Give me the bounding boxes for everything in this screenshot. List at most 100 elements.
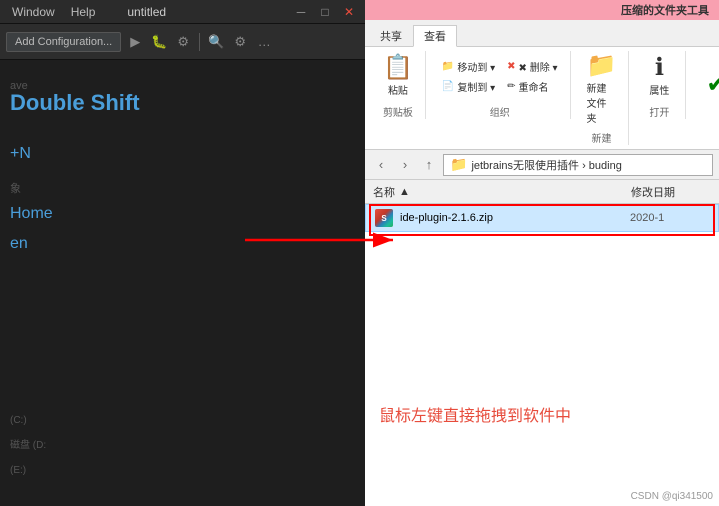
move-to-button[interactable]: 📁 移动到 ▾ xyxy=(438,57,499,76)
search-button[interactable]: 🔍 xyxy=(206,32,226,52)
instruction-text: 鼠标左键直接拖拽到软件中 xyxy=(365,402,719,426)
ide-drive-c: (C:) xyxy=(10,415,27,426)
properties-button[interactable]: ℹ 属性 xyxy=(641,53,677,100)
file-list-header: 名称 ▲ 修改日期 xyxy=(365,180,719,204)
delete-button[interactable]: ✖ ✖ 删除 ▾ xyxy=(503,57,561,76)
new-folder-icon: 📁 xyxy=(587,54,617,78)
ribbon-tabs: 共享 查看 xyxy=(365,20,719,46)
file-item[interactable]: S ide-plugin-2.1.6.zip 2020-1 xyxy=(365,204,719,232)
file-icon-zip: S xyxy=(374,208,394,228)
column-name-label: 名称 xyxy=(373,184,395,200)
ribbon-group-properties: ℹ 属性 打开 xyxy=(633,51,686,119)
ribbon-col-right: ✖ ✖ 删除 ▾ ✏ 重命名 xyxy=(503,57,561,96)
properties-icon: ℹ xyxy=(655,56,664,80)
toolbar-separator-1 xyxy=(199,33,200,51)
sort-icon: ▲ xyxy=(399,186,410,198)
ribbon-tool-header: 压缩的文件夹工具 xyxy=(365,0,719,20)
double-shift-label: Double Shift xyxy=(10,90,140,115)
copy-to-label: 复制到 ▾ xyxy=(457,79,495,94)
ribbon-section-label: 压缩的文件夹工具 xyxy=(621,2,709,18)
ribbon: 压缩的文件夹工具 共享 查看 📋 粘贴 剪贴板 xyxy=(365,0,719,150)
new-file-action[interactable]: +N xyxy=(10,145,31,163)
column-modified: 修改日期 xyxy=(631,184,711,200)
new-file-label: +N xyxy=(10,145,31,162)
instruction-label: 鼠标左键直接拖拽到软件中 xyxy=(379,408,571,425)
zip-icon: S xyxy=(375,209,393,227)
ide-toolbar: Add Configuration... ▶ 🐛 ⚙ 🔍 ⚙ … xyxy=(0,24,365,60)
paste-label: 粘贴 xyxy=(388,82,408,97)
ribbon-group-new-content: 📁 新建文件夹 xyxy=(583,51,621,128)
nav-up-button[interactable]: ↑ xyxy=(419,157,439,172)
file-list: 名称 ▲ 修改日期 S ide-plugin-2.1.6.zip 2020-1 … xyxy=(365,180,719,506)
title-bar: Window Help untitled ─ □ ✕ xyxy=(0,0,365,24)
new-folder-button[interactable]: 📁 新建文件夹 xyxy=(583,51,621,128)
menu-window[interactable]: Window xyxy=(8,3,59,21)
new-folder-label: 新建文件夹 xyxy=(587,80,617,125)
ide-content: ave Double Shift +N 象 Home en (C:) 磁盘 (D… xyxy=(0,60,365,506)
ide-drive-d: 磁盘 (D: xyxy=(10,436,46,451)
nav-forward-button[interactable]: › xyxy=(395,157,415,172)
debug-button[interactable]: 🐛 xyxy=(149,32,169,52)
ide-drive-e: (E:) xyxy=(10,465,26,476)
delete-label: ✖ 删除 ▾ xyxy=(519,59,558,74)
more-button[interactable]: … xyxy=(254,32,274,52)
address-bar: ‹ › ↑ 📁 jetbrains无限使用插件 › buding xyxy=(365,150,719,180)
search-everywhere-action[interactable]: Double Shift xyxy=(10,90,140,116)
ribbon-group-properties-content: ℹ 属性 xyxy=(641,51,677,102)
ribbon-group-organize-content: 📁 移动到 ▾ 📄 复制到 ▾ ✖ ✖ 删除 ▾ xyxy=(438,51,562,102)
ribbon-col-left: 📁 移动到 ▾ 📄 复制到 ▾ xyxy=(438,57,499,96)
delete-icon: ✖ xyxy=(507,61,515,72)
title-bar-left: Window Help untitled xyxy=(8,3,166,21)
copy-to-icon: 📄 xyxy=(442,81,454,92)
menu-help[interactable]: Help xyxy=(67,3,100,21)
ribbon-content: 📋 粘贴 剪贴板 📁 移动到 ▾ 📄 复 xyxy=(365,46,719,149)
ribbon-group-organize: 📁 移动到 ▾ 📄 复制到 ▾ ✖ ✖ 删除 ▾ xyxy=(430,51,571,119)
open-group-label: 打开 xyxy=(649,104,669,119)
watermark: CSDN @qi341500 xyxy=(631,491,713,502)
tab-share[interactable]: 共享 xyxy=(369,24,413,46)
explorer-panel: 压缩的文件夹工具 共享 查看 📋 粘贴 剪贴板 xyxy=(365,0,719,506)
lang-label: en xyxy=(10,235,28,252)
move-to-icon: 📁 xyxy=(442,61,454,72)
tab-view[interactable]: 查看 xyxy=(413,25,457,47)
coverage-button[interactable]: ⚙ xyxy=(173,32,193,52)
maximize-button[interactable]: □ xyxy=(317,5,333,19)
ide-panel: Window Help untitled ─ □ ✕ Add Configura… xyxy=(0,0,365,506)
ribbon-group-clipboard-content: 📋 粘贴 xyxy=(379,51,417,102)
folder-icon: 📁 xyxy=(450,156,467,173)
path-text: jetbrains无限使用插件 › buding xyxy=(471,157,621,173)
run-button[interactable]: ▶ xyxy=(125,32,145,52)
lang-action[interactable]: en xyxy=(10,235,28,253)
home-action[interactable]: Home xyxy=(10,205,53,223)
nav-back-button[interactable]: ‹ xyxy=(371,157,391,172)
ide-label-image: 象 xyxy=(10,180,21,196)
ribbon-group-new: 📁 新建文件夹 新建 xyxy=(575,51,630,145)
clipboard-group-label: 剪贴板 xyxy=(383,104,413,119)
new-group-label: 新建 xyxy=(591,130,611,145)
home-label: Home xyxy=(10,205,53,222)
paste-button[interactable]: 📋 粘贴 xyxy=(379,53,417,100)
file-modified-date: 2020-1 xyxy=(630,212,710,224)
window-title: untitled xyxy=(127,5,166,19)
rename-button[interactable]: ✏ 重命名 xyxy=(503,77,561,96)
move-to-label: 移动到 ▾ xyxy=(457,59,495,74)
checkmark-icon: ✔ xyxy=(706,73,719,97)
paste-icon: 📋 xyxy=(383,56,413,80)
ribbon-group-check: ✔ xyxy=(690,51,719,119)
rename-icon: ✏ xyxy=(507,81,515,92)
properties-label: 属性 xyxy=(649,82,669,97)
file-name: ide-plugin-2.1.6.zip xyxy=(400,212,624,224)
close-button[interactable]: ✕ xyxy=(341,5,357,19)
minimize-button[interactable]: ─ xyxy=(293,5,309,19)
rename-label: 重命名 xyxy=(519,79,549,94)
settings-button[interactable]: ⚙ xyxy=(230,32,250,52)
address-path[interactable]: 📁 jetbrains无限使用插件 › buding xyxy=(443,154,713,176)
ribbon-group-clipboard: 📋 粘贴 剪贴板 xyxy=(371,51,426,119)
checkmark-button[interactable]: ✔ xyxy=(698,70,719,100)
column-name[interactable]: 名称 ▲ xyxy=(373,184,631,200)
organize-group-label: 组织 xyxy=(490,104,510,119)
copy-to-button[interactable]: 📄 复制到 ▾ xyxy=(438,77,499,96)
add-configuration-button[interactable]: Add Configuration... xyxy=(6,32,121,52)
ribbon-group-check-content: ✔ xyxy=(698,51,719,119)
title-bar-controls: ─ □ ✕ xyxy=(293,5,357,19)
